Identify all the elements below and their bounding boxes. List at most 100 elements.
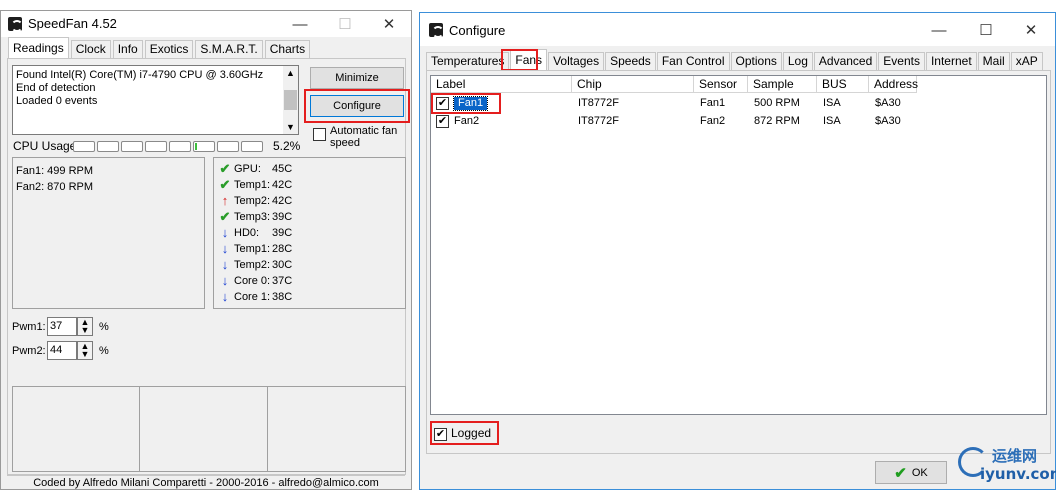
tab-exotics[interactable]: Exotics — [144, 40, 194, 58]
tab-mail[interactable]: Mail — [977, 52, 1010, 70]
tab-temperatures[interactable]: Temperatures — [426, 52, 510, 70]
tab-events[interactable]: Events — [878, 52, 925, 70]
temp-name: Temp2: — [234, 259, 271, 271]
temps-box: ✔ GPU: 45C ✔ Temp1: 42C ↑ Temp2: 42C ✔ Temp3: 39C ↓ H… — [213, 157, 406, 309]
auto-fan-checkbox[interactable] — [313, 128, 326, 141]
temp-value: 38C — [272, 291, 293, 303]
column-header-sensor[interactable]: Sensor — [694, 76, 748, 93]
pwm-input[interactable]: 44 — [47, 341, 77, 360]
log-line: Loaded 0 events — [16, 95, 98, 107]
configure-button[interactable]: Configure — [310, 95, 404, 117]
log-line: End of detection — [16, 82, 96, 94]
cell-sample: 872 RPM — [754, 115, 800, 127]
speedfan-titlebar[interactable]: SpeedFan 4.52 — ☐ ✕ — [1, 11, 411, 37]
configure-title: Configure — [449, 23, 506, 38]
temp-row: ↓ Core 1: 38C — [218, 289, 398, 305]
cell-chip: IT8772F — [578, 115, 619, 127]
cell-sensor: Fan1 — [700, 97, 726, 109]
tab-fans[interactable]: Fans — [510, 49, 548, 70]
column-header-sample[interactable]: Sample — [748, 76, 817, 93]
chart-divider-1 — [139, 387, 140, 471]
temp-row: ↓ Temp2: 30C — [218, 257, 398, 273]
fans-table: Label Chip Sensor Sample BUS Address ✔ Fan1 IT8… — [430, 75, 1047, 415]
minimize-window-icon[interactable]: — — [293, 17, 308, 32]
temp-name: Temp3: — [234, 211, 271, 223]
tab-xap[interactable]: xAP — [1010, 52, 1043, 70]
configure-close-icon[interactable]: ✕ — [1024, 23, 1038, 38]
ok-check-icon: ✔ — [894, 464, 907, 482]
tab-log[interactable]: Log — [782, 52, 813, 70]
configure-minimize-icon[interactable]: — — [932, 23, 947, 38]
cell-address: $A30 — [875, 97, 901, 109]
scroll-down-icon[interactable]: ▼ — [286, 122, 295, 132]
tab-internet[interactable]: Internet — [925, 52, 977, 70]
arrow-down-icon: ↓ — [221, 225, 229, 240]
temp-row: ↓ HD0: 39C — [218, 225, 398, 241]
column-header-chip[interactable]: Chip — [572, 76, 694, 93]
cpu-core-bar — [73, 141, 95, 152]
tab-fan-control[interactable]: Fan Control — [656, 52, 730, 70]
fan-reading: Fan2: 870 RPM — [16, 181, 94, 193]
temp-row: ✔ Temp3: 39C — [218, 209, 398, 225]
tab-readings[interactable]: Readings — [8, 37, 69, 58]
temp-name: Core 0: — [234, 275, 271, 287]
logged-checkbox[interactable]: ✔ — [434, 428, 447, 441]
chart-divider-2 — [267, 387, 268, 471]
fan-readings: Fan1: 499 RPM Fan2: 870 RPM — [16, 163, 93, 195]
ok-check-icon: ✔ — [219, 209, 231, 224]
ok-check-icon: ✔ — [219, 177, 231, 192]
watermark-site: 运维网 — [992, 447, 1038, 465]
tab-s-m-a-r-t[interactable]: S.M.A.R.T. — [195, 40, 263, 58]
tab-advanced[interactable]: Advanced — [813, 52, 878, 70]
cell-bus: ISA — [823, 115, 841, 127]
temp-value: 42C — [272, 179, 293, 191]
configure-titlebar[interactable]: Configure — ☐ ✕ — [420, 13, 1055, 46]
pwm-label: Pwm2: — [12, 345, 46, 357]
temp-name: Temp1: — [234, 243, 271, 255]
table-row[interactable]: ✔ Fan2 IT8772F Fan2 872 RPM ISA $A30 — [431, 112, 1046, 130]
tab-voltages[interactable]: Voltages — [548, 52, 605, 70]
minimize-button[interactable]: Minimize — [310, 67, 404, 89]
scroll-up-icon[interactable]: ▲ — [286, 68, 295, 78]
row-checkbox[interactable]: ✔ — [436, 97, 449, 110]
temp-name: Temp2: — [234, 195, 271, 207]
tab-info[interactable]: Info — [112, 40, 143, 58]
pwm-spinner-icon[interactable]: ▲ ▼ — [77, 341, 93, 360]
configure-maximize-icon[interactable]: ☐ — [979, 23, 993, 38]
cpu-core-bar — [169, 141, 191, 152]
table-row[interactable]: ✔ Fan1 IT8772F Fan1 500 RPM ISA $A30 — [431, 94, 1046, 112]
pwm-spinner-icon[interactable]: ▲ ▼ — [77, 317, 93, 336]
watermark: 运维网 iyunv.com — [958, 445, 1056, 489]
column-header-address[interactable]: Address — [869, 76, 918, 93]
column-header-label[interactable]: Label — [431, 76, 572, 93]
cpu-core-fill — [195, 143, 197, 150]
ok-check-icon: ✔ — [219, 161, 231, 176]
temp-row: ✔ Temp1: 42C — [218, 177, 398, 193]
watermark-url: iyunv.com — [980, 465, 1056, 483]
ok-button[interactable]: ✔ OK — [875, 461, 947, 484]
log-line: Found Intel(R) Core(TM) i7-4790 CPU @ 3.… — [16, 69, 264, 81]
cpu-core-bar — [217, 141, 239, 152]
tab-charts[interactable]: Charts — [264, 40, 311, 58]
pwm-unit: % — [99, 321, 109, 333]
logged-label: Logged — [451, 426, 492, 440]
cell-label: Fan2 — [454, 115, 480, 127]
charts-area — [12, 386, 406, 472]
cpu-core-bar — [97, 141, 119, 152]
speedfan-window: SpeedFan 4.52 — ☐ ✕ Readings Clock Info Exo… — [0, 10, 412, 490]
cell-address: $A30 — [875, 115, 901, 127]
scroll-thumb[interactable] — [284, 90, 297, 110]
close-window-icon[interactable]: ✕ — [382, 17, 396, 32]
pwm-row: Pwm1: 37 ▲ ▼% — [12, 317, 132, 341]
log-scrollbar[interactable]: ▲ ▼ — [283, 66, 298, 134]
log-box: Found Intel(R) Core(TM) i7-4790 CPU @ 3.… — [12, 65, 299, 135]
tab-speeds[interactable]: Speeds — [605, 52, 656, 70]
row-checkbox[interactable]: ✔ — [436, 115, 449, 128]
arrow-up-icon: ↑ — [221, 193, 229, 208]
tab-options[interactable]: Options — [730, 52, 782, 70]
column-header-bus[interactable]: BUS — [817, 76, 869, 93]
pwm-unit: % — [99, 345, 109, 357]
tab-clock[interactable]: Clock — [70, 40, 111, 58]
pwm-input[interactable]: 37 — [47, 317, 77, 336]
cell-bus: ISA — [823, 97, 841, 109]
